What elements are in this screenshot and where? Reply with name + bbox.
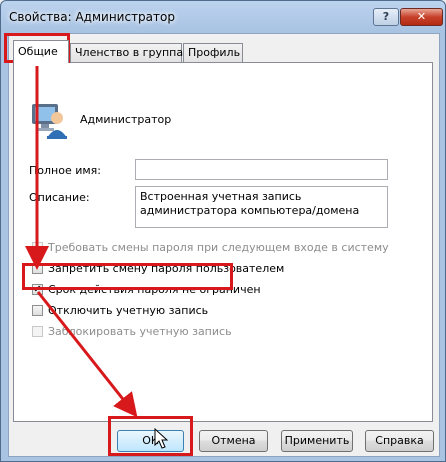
option-label: Срок действия пароля не ограничен: [48, 283, 261, 296]
apply-button[interactable]: Применить: [281, 430, 353, 452]
user-icon: [29, 98, 69, 143]
close-button[interactable]: ✕: [400, 8, 443, 26]
option-label: Отключить учетную запись: [48, 304, 209, 317]
description-label: Описание:: [29, 191, 90, 204]
checkbox-require-password-change[interactable]: [32, 242, 43, 253]
option-label: Заблокировать учетную запись: [48, 325, 232, 338]
help-title-button[interactable]: ?: [373, 8, 399, 26]
cancel-button[interactable]: Отмена: [199, 430, 268, 452]
user-name: Администратор: [80, 113, 172, 126]
option-label: Требовать смены пароля при следующем вхо…: [48, 241, 389, 254]
fullname-field[interactable]: [135, 159, 388, 180]
properties-window: Свойства: Администратор ? ✕ Общие Членст…: [0, 0, 446, 462]
ok-button[interactable]: ОК: [117, 430, 184, 452]
dialog-client-area: Общие Членство в группах Профиль Админис…: [8, 33, 440, 457]
tab-general[interactable]: Общие: [13, 40, 69, 63]
window-title: Свойства: Администратор: [9, 10, 175, 24]
checkbox-password-never-expires[interactable]: ✔: [32, 284, 43, 295]
checkbox-prevent-password-change[interactable]: [32, 263, 43, 274]
title-bar: Свойства: Администратор ? ✕: [1, 1, 445, 35]
checkbox-lock-account[interactable]: [32, 326, 43, 337]
tab-group-membership[interactable]: Членство в группах: [70, 43, 190, 62]
help-button[interactable]: Справка: [365, 430, 434, 452]
checkbox-disable-account[interactable]: [32, 305, 43, 316]
option-label: Запретить смену пароля пользователем: [48, 262, 285, 275]
mouse-pointer-icon: [154, 427, 170, 453]
fullname-label: Полное имя:: [29, 164, 101, 177]
description-field[interactable]: Встроенная учетная запись администратора…: [135, 186, 388, 228]
general-tab-panel: Администратор Полное имя: Описание: Встр…: [13, 62, 433, 422]
tab-profile[interactable]: Профиль: [183, 43, 243, 62]
